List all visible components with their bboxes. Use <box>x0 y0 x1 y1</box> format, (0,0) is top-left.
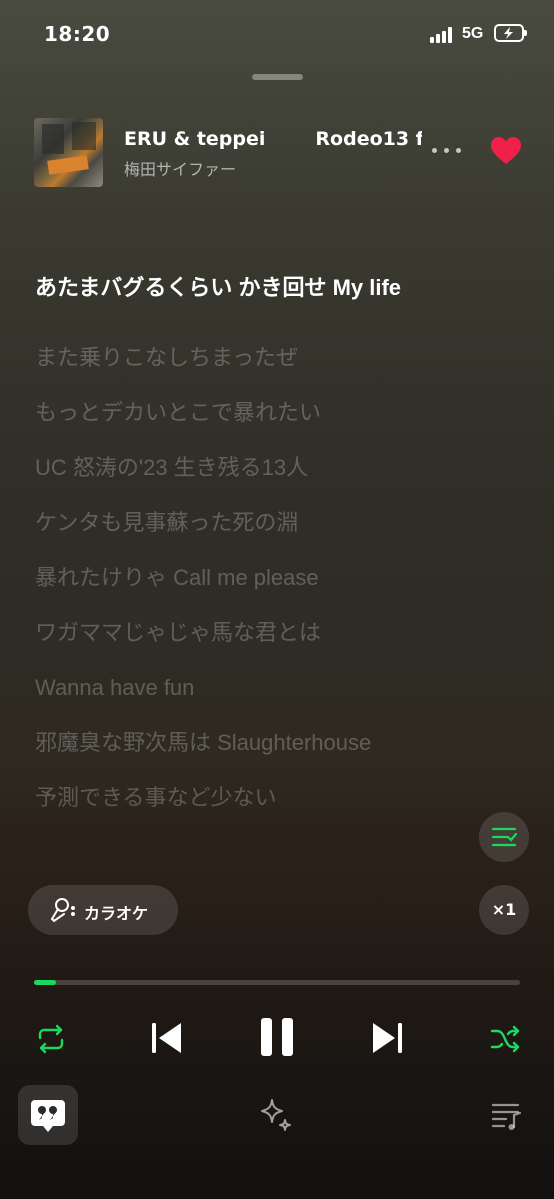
next-icon[interactable] <box>370 1020 404 1056</box>
previous-icon[interactable] <box>150 1020 184 1056</box>
karaoke-label: カラオケ <box>84 904 149 923</box>
current-lyric-line[interactable]: あたまバグるくらい かき回せ My life <box>35 268 505 308</box>
lyric-line[interactable]: UC 怒涛の'23 生き残る13人 <box>35 440 505 495</box>
queue-icon[interactable] <box>490 1100 524 1132</box>
lyric-line[interactable]: もっとデカいとこで暴れたい <box>35 385 505 440</box>
album-cover[interactable] <box>34 118 103 187</box>
lyric-line[interactable]: Wanna have fun <box>35 660 505 715</box>
signal-icon <box>430 27 456 43</box>
battery-icon <box>494 24 527 42</box>
track-header: ERU & teppei Rodeo13 fea 梅田サイファー <box>0 118 554 188</box>
network-label: 5G <box>462 25 484 42</box>
lyric-line[interactable]: ケンタも見事蘇った死の淵 <box>35 495 505 550</box>
pause-icon[interactable] <box>258 1016 296 1058</box>
lyrics-share-button[interactable] <box>18 1085 78 1145</box>
quote-chat-icon <box>31 1100 65 1132</box>
karaoke-button[interactable]: カラオケ <box>28 885 178 935</box>
lyrics-fade <box>0 800 554 860</box>
shuffle-icon[interactable] <box>488 1022 522 1056</box>
lyrics-panel: あたまバグるくらい かき回せ My life また乗りこなしちまったぜ もっとデ… <box>35 268 505 825</box>
track-title-part-2: Rodeo13 fea <box>315 128 422 150</box>
lyrics-sync-icon <box>491 827 518 847</box>
more-options-icon[interactable] <box>432 148 462 158</box>
repeat-icon[interactable] <box>34 1022 68 1056</box>
playback-speed-button[interactable]: ×1 <box>479 885 529 935</box>
artist-name: 梅田サイファー <box>124 160 237 179</box>
track-titles[interactable]: ERU & teppei Rodeo13 fea 梅田サイファー <box>124 128 422 188</box>
sheet-grabber[interactable] <box>252 74 303 80</box>
playback-speed-label: ×1 <box>491 900 517 919</box>
lyric-line[interactable]: また乗りこなしちまったぜ <box>35 330 505 385</box>
track-title-part-1: ERU & teppei <box>124 128 266 150</box>
heart-icon[interactable] <box>490 136 522 166</box>
progress-fill <box>34 980 56 985</box>
status-time: 18:20 <box>44 22 111 46</box>
status-bar: 18:20 5G <box>0 0 554 70</box>
lyric-line[interactable]: ワガママじゃじゃ馬な君とは <box>35 605 505 660</box>
lyric-line[interactable]: 暴れたけりゃ Call me please <box>35 550 505 605</box>
lyrics-sync-button[interactable] <box>479 812 529 862</box>
track-title-marquee: ERU & teppei Rodeo13 fea <box>124 128 422 150</box>
progress-bar[interactable] <box>34 980 520 985</box>
sparkle-icon[interactable] <box>257 1096 295 1134</box>
microphone-icon <box>50 898 75 923</box>
upcoming-lyrics: また乗りこなしちまったぜ もっとデカいとこで暴れたい UC 怒涛の'23 生き残… <box>35 330 505 825</box>
lyric-line[interactable]: 邪魔臭な野次馬は Slaughterhouse <box>35 715 505 770</box>
